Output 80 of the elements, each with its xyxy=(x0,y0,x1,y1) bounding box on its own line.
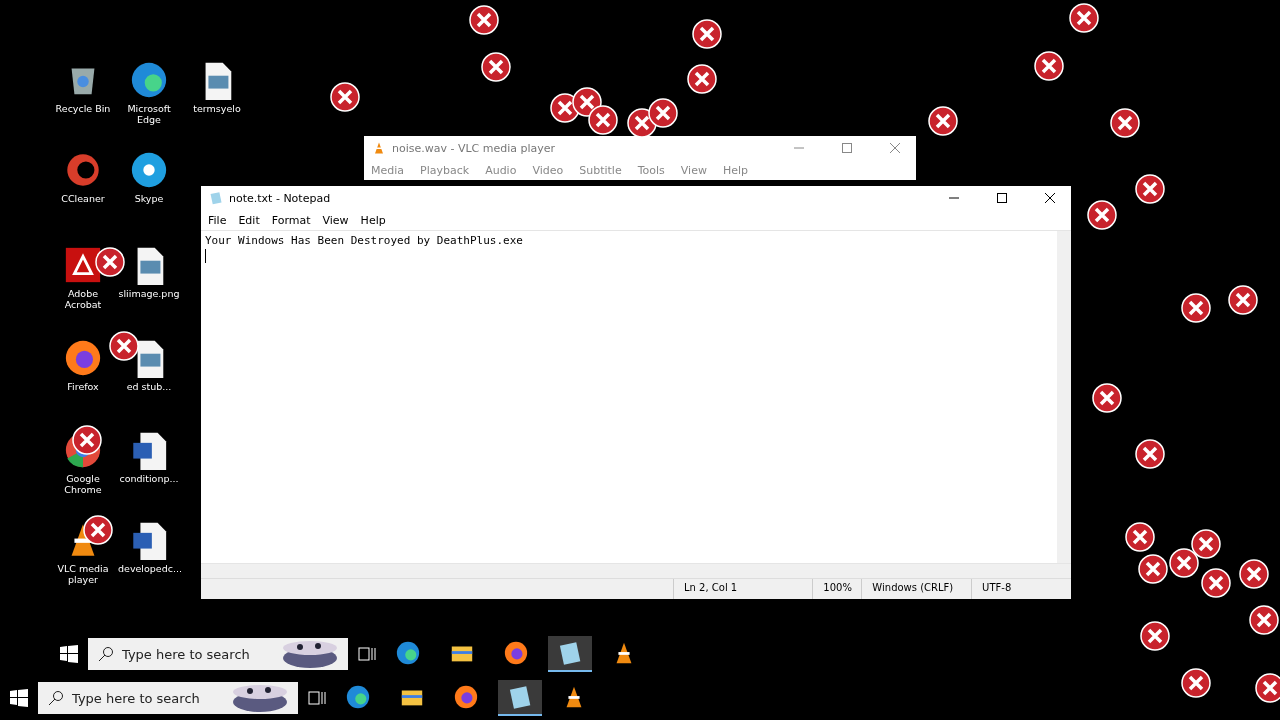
desktop-icon-label[interactable]: Adobe Acrobat xyxy=(52,288,114,311)
menu-item[interactable]: Edit xyxy=(238,213,260,227)
horizontal-scrollbar[interactable] xyxy=(201,563,1071,578)
taskbar-app[interactable] xyxy=(498,680,542,716)
error-icon xyxy=(1249,605,1279,635)
status-text: Windows (CRLF) xyxy=(861,579,972,599)
cone-icon xyxy=(372,141,386,155)
document-text: Your Windows Has Been Destroyed by DeathPlus.exe xyxy=(205,234,524,247)
error-icon xyxy=(687,64,717,94)
menu-item[interactable]: Help xyxy=(722,163,748,177)
error-icon xyxy=(1135,439,1165,469)
notepad-icon xyxy=(209,191,223,205)
error-icon xyxy=(1110,108,1140,138)
desktop-icon-label[interactable]: Firefox xyxy=(67,381,99,393)
error-icon xyxy=(928,106,958,136)
status-text: 100% xyxy=(812,579,862,599)
error-icon xyxy=(1069,3,1099,33)
error-icon xyxy=(95,247,125,277)
window-title: note.txt - Notepad xyxy=(229,191,332,205)
vertical-scrollbar[interactable] xyxy=(1057,231,1071,563)
task-view-icon[interactable] xyxy=(308,690,326,706)
desktop-icon-label[interactable]: Recycle Bin xyxy=(55,103,111,115)
search-field[interactable]: Type here to search xyxy=(88,638,348,670)
menu-item[interactable]: Audio xyxy=(485,163,517,177)
menu-item[interactable]: File xyxy=(208,213,227,227)
window-title: noise.wav - VLC media player xyxy=(392,141,557,155)
error-icon xyxy=(1181,293,1211,323)
close-icon[interactable] xyxy=(1045,193,1055,203)
error-icon xyxy=(1034,51,1064,81)
taskbar-app[interactable] xyxy=(548,636,592,672)
status-text: Ln 2, Col 1 xyxy=(673,579,813,599)
error-icon xyxy=(692,19,722,49)
error-icon xyxy=(1138,554,1168,584)
menu-item[interactable]: Playback xyxy=(420,163,470,177)
error-icon xyxy=(109,331,139,361)
error-icon xyxy=(83,515,113,545)
menu-item[interactable]: Format xyxy=(271,213,311,227)
status-text: UTF-8 xyxy=(971,579,1071,599)
error-icon xyxy=(1255,673,1280,703)
task-view-icon[interactable] xyxy=(358,646,376,662)
error-icon xyxy=(1125,522,1155,552)
error-icon xyxy=(469,5,499,35)
desktop-icon-label[interactable]: developedc... xyxy=(118,563,180,575)
desktop-icon-label[interactable]: Microsoft Edge xyxy=(118,103,180,126)
menu-item[interactable]: View xyxy=(322,213,349,227)
desktop-icon-label[interactable]: termsyelo xyxy=(193,103,241,115)
windows-start-icon[interactable] xyxy=(60,645,78,663)
error-icon xyxy=(1239,559,1269,589)
search-icon xyxy=(48,690,64,706)
error-icon xyxy=(72,425,102,455)
error-icon xyxy=(1092,383,1122,413)
menu-item[interactable]: Subtitle xyxy=(579,163,622,177)
error-icon xyxy=(1181,668,1211,698)
desktop-icon-label[interactable]: sliimage.png xyxy=(118,288,180,300)
search-field[interactable]: Type here to search xyxy=(38,682,298,714)
search-icon xyxy=(98,646,114,662)
error-icon xyxy=(1191,529,1221,559)
error-icon xyxy=(1169,548,1199,578)
desktop-icon-label[interactable]: Skype xyxy=(134,193,164,205)
error-icon xyxy=(330,82,360,112)
menu-item[interactable]: View xyxy=(680,163,707,177)
error-icon xyxy=(1201,568,1231,598)
error-icon xyxy=(1087,200,1117,230)
desktop-icon-label[interactable]: Google Chrome xyxy=(52,473,114,496)
error-icon xyxy=(1228,285,1258,315)
desktop-icon-label[interactable]: VLC media player xyxy=(52,563,114,586)
menu-item[interactable]: Video xyxy=(532,163,564,177)
menu-item[interactable]: Help xyxy=(360,213,386,227)
windows-start-icon[interactable] xyxy=(10,689,28,707)
error-icon xyxy=(648,98,678,128)
desktop-icon-label[interactable]: CCleaner xyxy=(61,193,105,205)
desktop-icon-label[interactable]: conditionp... xyxy=(119,473,179,485)
menu-item[interactable]: Media xyxy=(371,163,405,177)
error-icon xyxy=(1140,621,1170,651)
text-caret xyxy=(205,249,206,263)
error-icon xyxy=(481,52,511,82)
error-icon xyxy=(1135,174,1165,204)
desktop-icon-label[interactable]: ed stub... xyxy=(126,381,172,393)
maximize-icon[interactable] xyxy=(997,193,1007,203)
menu-item[interactable]: Tools xyxy=(637,163,665,177)
